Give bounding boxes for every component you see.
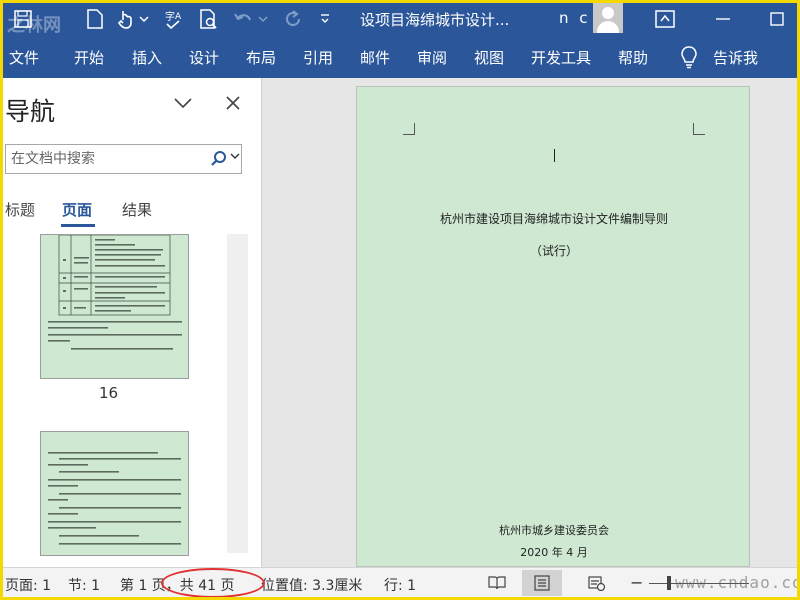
search-options-dropdown-icon[interactable] bbox=[230, 150, 240, 163]
search-icon[interactable] bbox=[210, 150, 230, 170]
document-organization: 杭州市城乡建设委员会 bbox=[499, 524, 609, 537]
document-subheading: （试行） bbox=[529, 244, 578, 258]
save-icon[interactable] bbox=[11, 7, 35, 31]
status-section[interactable]: 节: 1 bbox=[68, 575, 100, 595]
nav-search-input[interactable] bbox=[11, 149, 201, 169]
new-document-icon[interactable] bbox=[83, 7, 107, 31]
customize-quick-access-icon[interactable] bbox=[317, 7, 333, 31]
touch-mode-dropdown-icon[interactable] bbox=[137, 7, 151, 31]
close-icon[interactable] bbox=[225, 92, 247, 114]
minimize-icon[interactable] bbox=[711, 7, 735, 31]
document-heading: 杭州市建设项目海绵城市设计文件编制导则 bbox=[439, 212, 668, 226]
touch-mode-icon[interactable] bbox=[113, 7, 137, 31]
tab-mailings[interactable]: 邮件 bbox=[360, 47, 390, 68]
tell-me-search[interactable]: 告诉我 bbox=[713, 47, 758, 68]
page-thumbnail-number: 16 bbox=[99, 384, 119, 402]
active-tab-indicator bbox=[61, 224, 95, 227]
status-page[interactable]: 页面: 1 bbox=[5, 575, 51, 595]
tab-layout[interactable]: 布局 bbox=[246, 47, 276, 68]
chevron-down-icon[interactable] bbox=[173, 94, 195, 116]
zoom-slider-thumb[interactable] bbox=[667, 576, 671, 590]
document-page[interactable]: 杭州市建设项目海绵城市设计文件编制导则 （试行） 杭州市城乡建设委员会 2020… bbox=[356, 86, 750, 567]
nav-pane-title: 导航 bbox=[5, 97, 56, 126]
user-avatar[interactable] bbox=[593, 3, 623, 33]
tab-view[interactable]: 视图 bbox=[474, 47, 504, 68]
tab-file[interactable]: 文件 bbox=[9, 47, 39, 68]
thumbnail-scrollbar[interactable] bbox=[227, 234, 248, 553]
redo-icon[interactable] bbox=[281, 7, 305, 31]
ribbon-tabs: 文件 开始 插入 设计 布局 引用 邮件 审阅 视图 开发工具 帮助 告诉我 bbox=[3, 35, 797, 78]
nav-tab-headings[interactable]: 标题 bbox=[5, 199, 35, 220]
text-cursor bbox=[554, 149, 555, 162]
status-position[interactable]: 位置值: 3.3厘米 bbox=[261, 575, 362, 595]
margin-corner-mark bbox=[403, 123, 415, 135]
user-name[interactable]: n c bbox=[559, 9, 591, 27]
margin-corner-mark bbox=[693, 123, 705, 135]
print-preview-icon[interactable] bbox=[197, 7, 221, 31]
status-line[interactable]: 行: 1 bbox=[384, 575, 416, 595]
tab-references[interactable]: 引用 bbox=[303, 47, 333, 68]
print-layout-icon[interactable] bbox=[522, 570, 562, 596]
web-layout-icon[interactable] bbox=[577, 570, 617, 596]
page-thumbnail[interactable] bbox=[40, 234, 189, 379]
restore-icon[interactable] bbox=[765, 7, 789, 31]
read-mode-icon[interactable] bbox=[477, 570, 517, 596]
tab-insert[interactable]: 插入 bbox=[132, 47, 162, 68]
zoom-out-icon[interactable]: − bbox=[630, 573, 643, 592]
word-window: 之林网 字A 设项目海绵城市设计... n c 文件 开始 插入 设计 布局 引… bbox=[3, 3, 797, 597]
tab-review[interactable]: 审阅 bbox=[417, 47, 447, 68]
lightbulb-icon[interactable] bbox=[679, 45, 699, 69]
title-bar: 之林网 字A 设项目海绵城市设计... n c bbox=[3, 3, 797, 36]
svg-text:字: 字 bbox=[165, 10, 175, 23]
tab-design[interactable]: 设计 bbox=[189, 47, 219, 68]
tab-developer[interactable]: 开发工具 bbox=[531, 47, 591, 68]
document-date: 2020 年 4 月 bbox=[520, 546, 588, 559]
nav-tab-pages[interactable]: 页面 bbox=[62, 199, 92, 220]
site-watermark: www.cndao.com bbox=[675, 573, 797, 592]
tab-home[interactable]: 开始 bbox=[74, 47, 104, 68]
highlight-annotation-oval bbox=[161, 568, 265, 597]
spell-check-icon[interactable]: 字A bbox=[163, 7, 187, 31]
document-area[interactable]: 杭州市建设项目海绵城市设计文件编制导则 （试行） 杭州市城乡建设委员会 2020… bbox=[262, 78, 797, 567]
page-thumbnail[interactable] bbox=[40, 431, 189, 556]
navigation-pane: 导航 标题 页面 结果 bbox=[3, 78, 262, 567]
undo-dropdown-icon[interactable] bbox=[256, 7, 270, 31]
tab-help[interactable]: 帮助 bbox=[618, 47, 648, 68]
nav-tab-results[interactable]: 结果 bbox=[122, 199, 152, 220]
undo-icon[interactable] bbox=[231, 7, 255, 31]
ribbon-display-options-icon[interactable] bbox=[653, 7, 677, 31]
document-title: 设项目海绵城市设计... bbox=[360, 11, 510, 29]
nav-search-box[interactable] bbox=[5, 144, 242, 174]
